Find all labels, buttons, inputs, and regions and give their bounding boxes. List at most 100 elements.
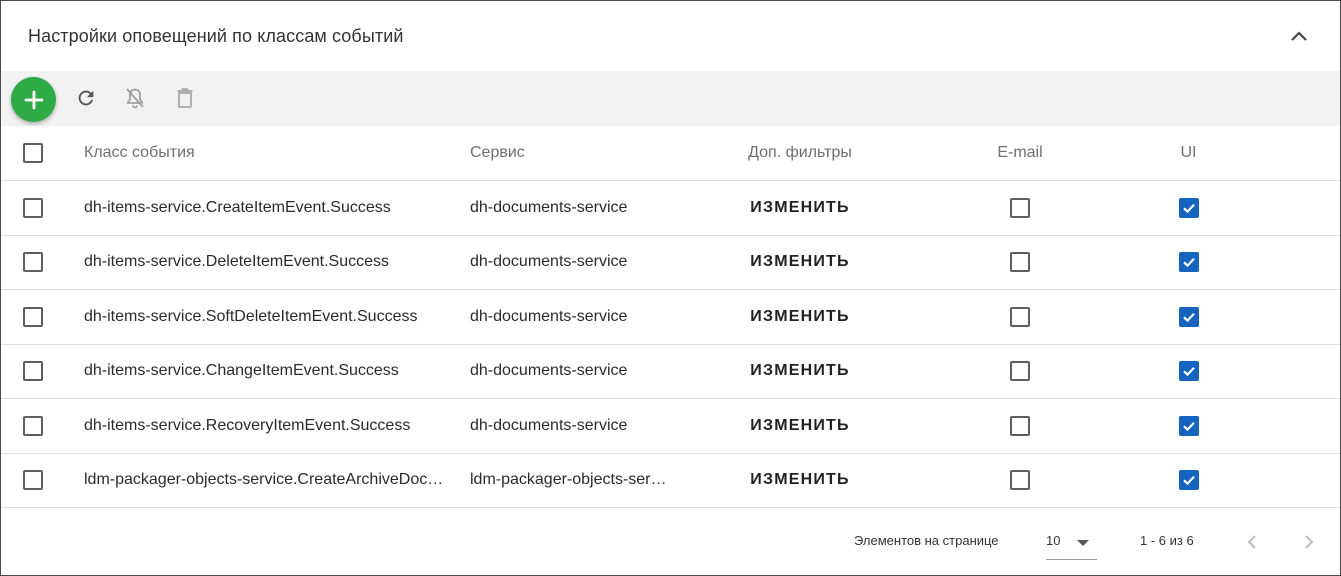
ui-cell: [1155, 398, 1340, 454]
collapse-button[interactable]: [1286, 23, 1312, 49]
edit-filters-button[interactable]: ИЗМЕНИТЬ: [750, 308, 849, 326]
ui-cell: [1155, 289, 1340, 345]
email-cell: [885, 453, 1155, 508]
event-class-cell: dh-items-service.CreateItemEvent.Success: [84, 180, 470, 236]
add-button[interactable]: [11, 77, 56, 122]
row-select-cell: [1, 344, 84, 399]
next-page-button[interactable]: [1297, 530, 1321, 554]
ui-checkbox[interactable]: [1178, 306, 1199, 327]
page-size-value: 10: [1046, 533, 1061, 548]
email-checkbox[interactable]: [1010, 252, 1030, 273]
row-select-cell: [1, 235, 84, 290]
table-row: dh-items-service.SoftDeleteItemEvent.Suc…: [1, 289, 1340, 345]
edit-filters-button[interactable]: ИЗМЕНИТЬ: [750, 199, 849, 217]
plus-icon: [24, 90, 43, 109]
check-icon: [1182, 476, 1195, 486]
header-service[interactable]: Сервис: [470, 126, 715, 181]
service-cell: dh-documents-service: [470, 289, 715, 345]
row-select-checkbox[interactable]: [23, 197, 43, 218]
email-checkbox[interactable]: [1010, 197, 1030, 218]
event-class-cell: dh-items-service.SoftDeleteItemEvent.Suc…: [84, 289, 470, 345]
ui-cell: [1155, 453, 1340, 508]
service-cell: dh-documents-service: [470, 235, 715, 290]
edit-filters-button[interactable]: ИЗМЕНИТЬ: [750, 253, 849, 271]
table-header-row: Класс события Сервис Доп. фильтры E-mail…: [1, 126, 1340, 181]
filters-cell: ИЗМЕНИТЬ: [715, 453, 885, 508]
table-row: dh-items-service.RecoveryItemEvent.Succe…: [1, 398, 1340, 454]
service-cell: dh-documents-service: [470, 344, 715, 399]
select-all-checkbox[interactable]: [23, 143, 43, 163]
event-class-cell: dh-items-service.RecoveryItemEvent.Succe…: [84, 398, 470, 454]
chevron-right-icon: [1305, 535, 1314, 549]
event-class-cell: ldm-packager-objects-service.CreateArchi…: [84, 453, 470, 508]
email-checkbox[interactable]: [1010, 415, 1030, 436]
edit-filters-button[interactable]: ИЗМЕНИТЬ: [750, 471, 849, 489]
ui-checkbox[interactable]: [1178, 361, 1199, 382]
select-all-cell: [1, 126, 84, 181]
filters-cell: ИЗМЕНИТЬ: [715, 344, 885, 399]
header-ui: UI: [1155, 126, 1340, 181]
refresh-button[interactable]: [73, 85, 99, 111]
check-icon: [1182, 421, 1195, 431]
email-checkbox[interactable]: [1010, 361, 1030, 382]
delete-button[interactable]: [172, 85, 198, 111]
ui-checkbox[interactable]: [1178, 470, 1199, 491]
items-per-page-label: Элементов на странице: [854, 533, 999, 548]
check-icon: [1182, 367, 1195, 377]
chevron-left-icon: [1247, 535, 1256, 549]
table-row: ldm-packager-objects-service.CreateArchi…: [1, 453, 1340, 508]
row-select-checkbox[interactable]: [23, 252, 43, 273]
ui-checkbox[interactable]: [1178, 415, 1199, 436]
ui-cell: [1155, 344, 1340, 399]
range-label: 1 - 6 из 6: [1140, 533, 1194, 548]
row-select-cell: [1, 180, 84, 236]
ui-checkbox[interactable]: [1178, 197, 1199, 218]
service-cell: dh-documents-service: [470, 398, 715, 454]
check-icon: [1182, 203, 1195, 213]
table-row: dh-items-service.DeleteItemEvent.Success…: [1, 235, 1340, 290]
notification-settings-panel: Настройки оповещений по классам событий: [0, 0, 1341, 576]
row-select-cell: [1, 289, 84, 345]
header-event-class[interactable]: Класс события: [84, 126, 470, 181]
row-select-cell: [1, 453, 84, 508]
toolbar: [1, 71, 1340, 126]
email-checkbox[interactable]: [1010, 306, 1030, 327]
filters-cell: ИЗМЕНИТЬ: [715, 180, 885, 236]
panel-title: Настройки оповещений по классам событий: [28, 25, 404, 46]
email-cell: [885, 180, 1155, 236]
header-filters: Доп. фильтры: [715, 126, 885, 181]
trash-icon: [177, 88, 193, 108]
previous-page-button[interactable]: [1240, 530, 1264, 554]
caret-down-icon: [1077, 540, 1089, 546]
email-cell: [885, 289, 1155, 345]
row-select-checkbox[interactable]: [23, 470, 43, 491]
table-row: dh-items-service.ChangeItemEvent.Success…: [1, 344, 1340, 399]
notification-table: Класс события Сервис Доп. фильтры E-mail…: [1, 126, 1340, 508]
filters-cell: ИЗМЕНИТЬ: [715, 235, 885, 290]
row-select-checkbox[interactable]: [23, 415, 43, 436]
refresh-icon: [78, 90, 94, 106]
filters-cell: ИЗМЕНИТЬ: [715, 398, 885, 454]
email-cell: [885, 398, 1155, 454]
filters-cell: ИЗМЕНИТЬ: [715, 289, 885, 345]
ui-checkbox[interactable]: [1178, 252, 1199, 273]
chevron-up-icon: [1291, 31, 1307, 41]
row-select-checkbox[interactable]: [23, 306, 43, 327]
email-checkbox[interactable]: [1010, 470, 1030, 491]
header-email: E-mail: [885, 126, 1155, 181]
row-select-checkbox[interactable]: [23, 361, 43, 382]
check-icon: [1182, 258, 1195, 268]
service-cell: ldm-packager-objects-ser…: [470, 453, 715, 508]
page-size-select[interactable]: 10: [1046, 526, 1097, 560]
panel-header: Настройки оповещений по классам событий: [1, 1, 1340, 71]
paginator: Элементов на странице 10 1 - 6 из 6: [1, 508, 1340, 575]
table-row: dh-items-service.CreateItemEvent.Success…: [1, 180, 1340, 236]
bell-off-icon: [126, 88, 144, 109]
event-class-cell: dh-items-service.DeleteItemEvent.Success: [84, 235, 470, 290]
row-select-cell: [1, 398, 84, 454]
ui-cell: [1155, 180, 1340, 236]
disable-notifications-button[interactable]: [122, 85, 148, 111]
event-class-cell: dh-items-service.ChangeItemEvent.Success: [84, 344, 470, 399]
edit-filters-button[interactable]: ИЗМЕНИТЬ: [750, 362, 849, 380]
edit-filters-button[interactable]: ИЗМЕНИТЬ: [750, 417, 849, 435]
